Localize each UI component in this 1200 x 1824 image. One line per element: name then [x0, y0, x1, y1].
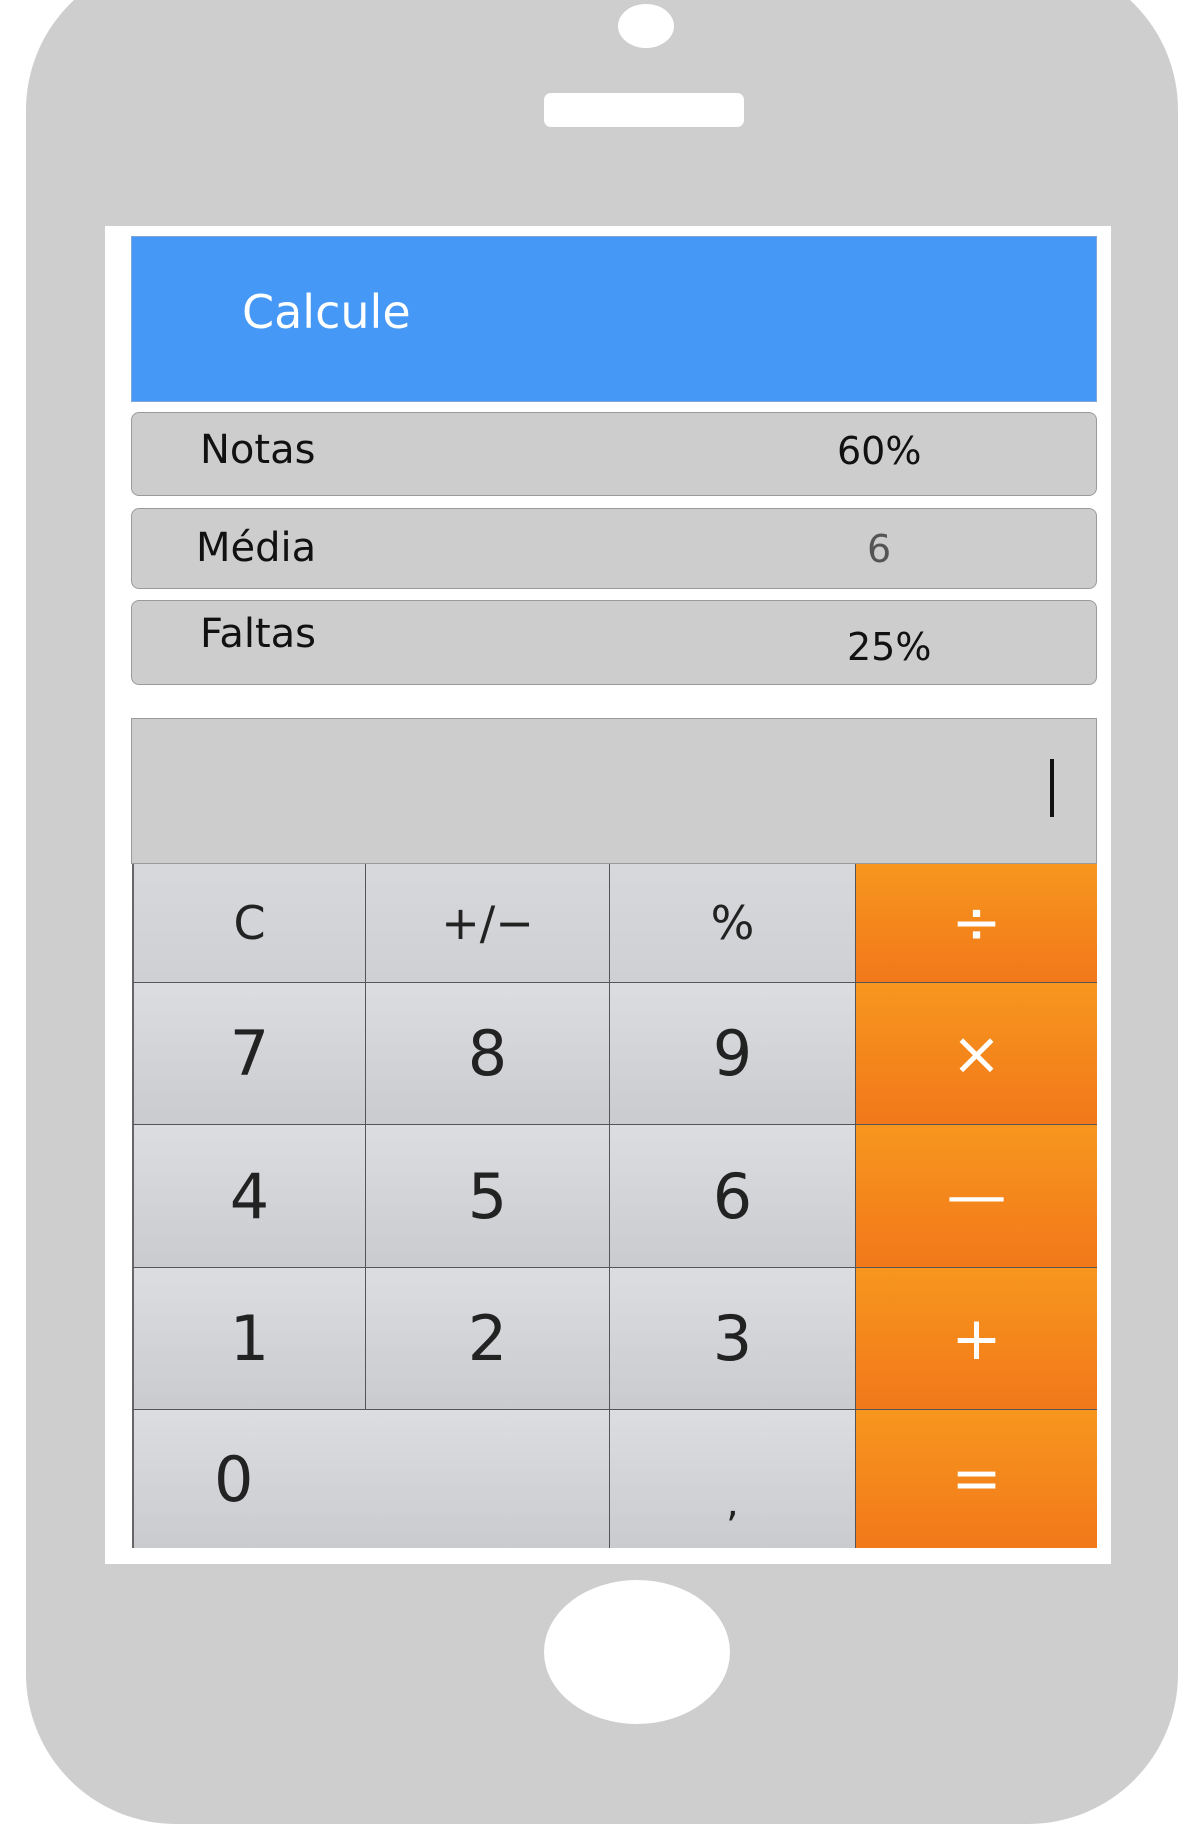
speaker-icon — [544, 93, 744, 127]
calculator-display[interactable] — [131, 718, 1097, 864]
key-9[interactable]: 9 — [610, 983, 856, 1125]
app-bar: Calcule — [131, 236, 1097, 402]
key-6[interactable]: 6 — [610, 1125, 856, 1268]
equals-button[interactable]: = — [856, 1410, 1097, 1548]
comma-button[interactable]: , — [610, 1410, 856, 1548]
key-7[interactable]: 7 — [132, 983, 366, 1125]
key-1[interactable]: 1 — [132, 1268, 366, 1410]
row-faltas[interactable]: Faltas 25% — [131, 600, 1097, 685]
row-value: 6 — [867, 527, 892, 571]
key-5[interactable]: 5 — [366, 1125, 610, 1268]
key-0[interactable]: 0 — [132, 1410, 610, 1548]
row-value: 25% — [847, 625, 932, 669]
keypad: C +∕− % ÷ 7 8 9 × 4 5 6 — 1 2 3 + 0 , = — [132, 864, 1097, 1548]
multiply-button[interactable]: × — [856, 983, 1097, 1125]
clear-button[interactable]: C — [132, 864, 366, 983]
home-button[interactable] — [544, 1580, 730, 1724]
app-title: Calcule — [242, 285, 411, 339]
key-8[interactable]: 8 — [366, 983, 610, 1125]
key-3[interactable]: 3 — [610, 1268, 856, 1410]
row-label: Faltas — [200, 611, 316, 657]
text-cursor — [1050, 759, 1054, 817]
percent-button[interactable]: % — [610, 864, 856, 983]
plus-button[interactable]: + — [856, 1268, 1097, 1410]
key-4[interactable]: 4 — [132, 1125, 366, 1268]
camera-icon — [618, 4, 674, 48]
sign-toggle-button[interactable]: +∕− — [366, 864, 610, 983]
row-media[interactable]: Média 6 — [131, 508, 1097, 589]
row-notas[interactable]: Notas 60% — [131, 412, 1097, 496]
key-2[interactable]: 2 — [366, 1268, 610, 1410]
minus-button[interactable]: — — [856, 1125, 1097, 1268]
divide-button[interactable]: ÷ — [856, 864, 1097, 983]
row-label: Notas — [200, 427, 316, 473]
row-label: Média — [196, 525, 317, 571]
row-value: 60% — [837, 429, 922, 473]
